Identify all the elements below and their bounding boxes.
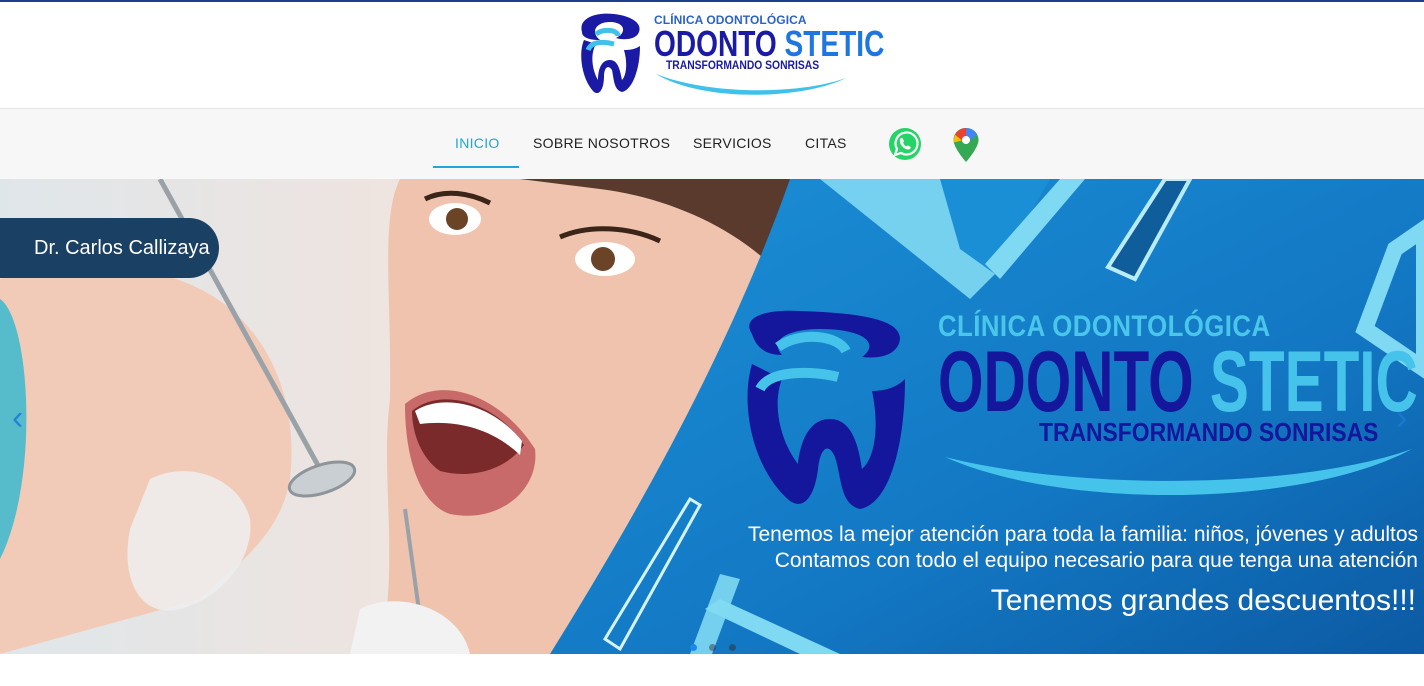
hero-text-line-1: Tenemos la mejor atención para toda la f… bbox=[747, 523, 1418, 546]
site-header: CLÍNICA ODONTOLÓGICA ODONTO STETIC TRANS… bbox=[0, 2, 1424, 108]
slider-dot-1[interactable] bbox=[690, 644, 697, 651]
slider-pagination bbox=[690, 638, 744, 654]
site-logo[interactable]: CLÍNICA ODONTOLÓGICA ODONTO STETIC TRANS… bbox=[574, 10, 884, 100]
slider-prev-arrow[interactable]: ‹ bbox=[12, 399, 23, 438]
main-navigation: INICIO SOBRE NOSOTROS SERVICIOS CITAS bbox=[0, 108, 1424, 180]
slider-dot-3[interactable] bbox=[728, 644, 736, 651]
hero-brand-logo: CLÍNICA ODONTOLÓGICA ODONTO STETIC TRANS… bbox=[745, 304, 1424, 524]
doctor-name-tag: Dr. Carlos Callizaya bbox=[0, 218, 219, 278]
hero-text-line-2: Contamos con todo el equipo necesario pa… bbox=[774, 549, 1418, 572]
hero-discount-text: Tenemos grandes descuentos!!! bbox=[990, 584, 1416, 617]
nav-item-servicios[interactable]: SERVICIOS bbox=[693, 135, 772, 151]
hero-slider: Dr. Carlos Callizaya CLÍNICA ODONTOLÓGIC… bbox=[0, 179, 1424, 654]
slider-dot-2[interactable] bbox=[709, 644, 717, 651]
hero-name-part1: ODONTO bbox=[938, 334, 1194, 430]
whatsapp-icon[interactable] bbox=[888, 127, 922, 161]
nav-item-sobre-nosotros[interactable]: SOBRE NOSOTROS bbox=[533, 135, 670, 151]
hero-tagline: TRANSFORMANDO SONRISAS bbox=[1039, 417, 1379, 447]
nav-active-indicator bbox=[433, 166, 519, 168]
hero-name-part2: STETIC bbox=[1209, 334, 1418, 430]
google-maps-icon[interactable] bbox=[952, 127, 980, 163]
nav-item-inicio[interactable]: INICIO bbox=[455, 135, 500, 151]
slider-next-arrow[interactable]: › bbox=[1396, 399, 1407, 438]
tooth-logo-icon bbox=[581, 13, 640, 94]
logo-swoosh bbox=[656, 74, 846, 95]
nav-item-citas[interactable]: CITAS bbox=[805, 135, 847, 151]
